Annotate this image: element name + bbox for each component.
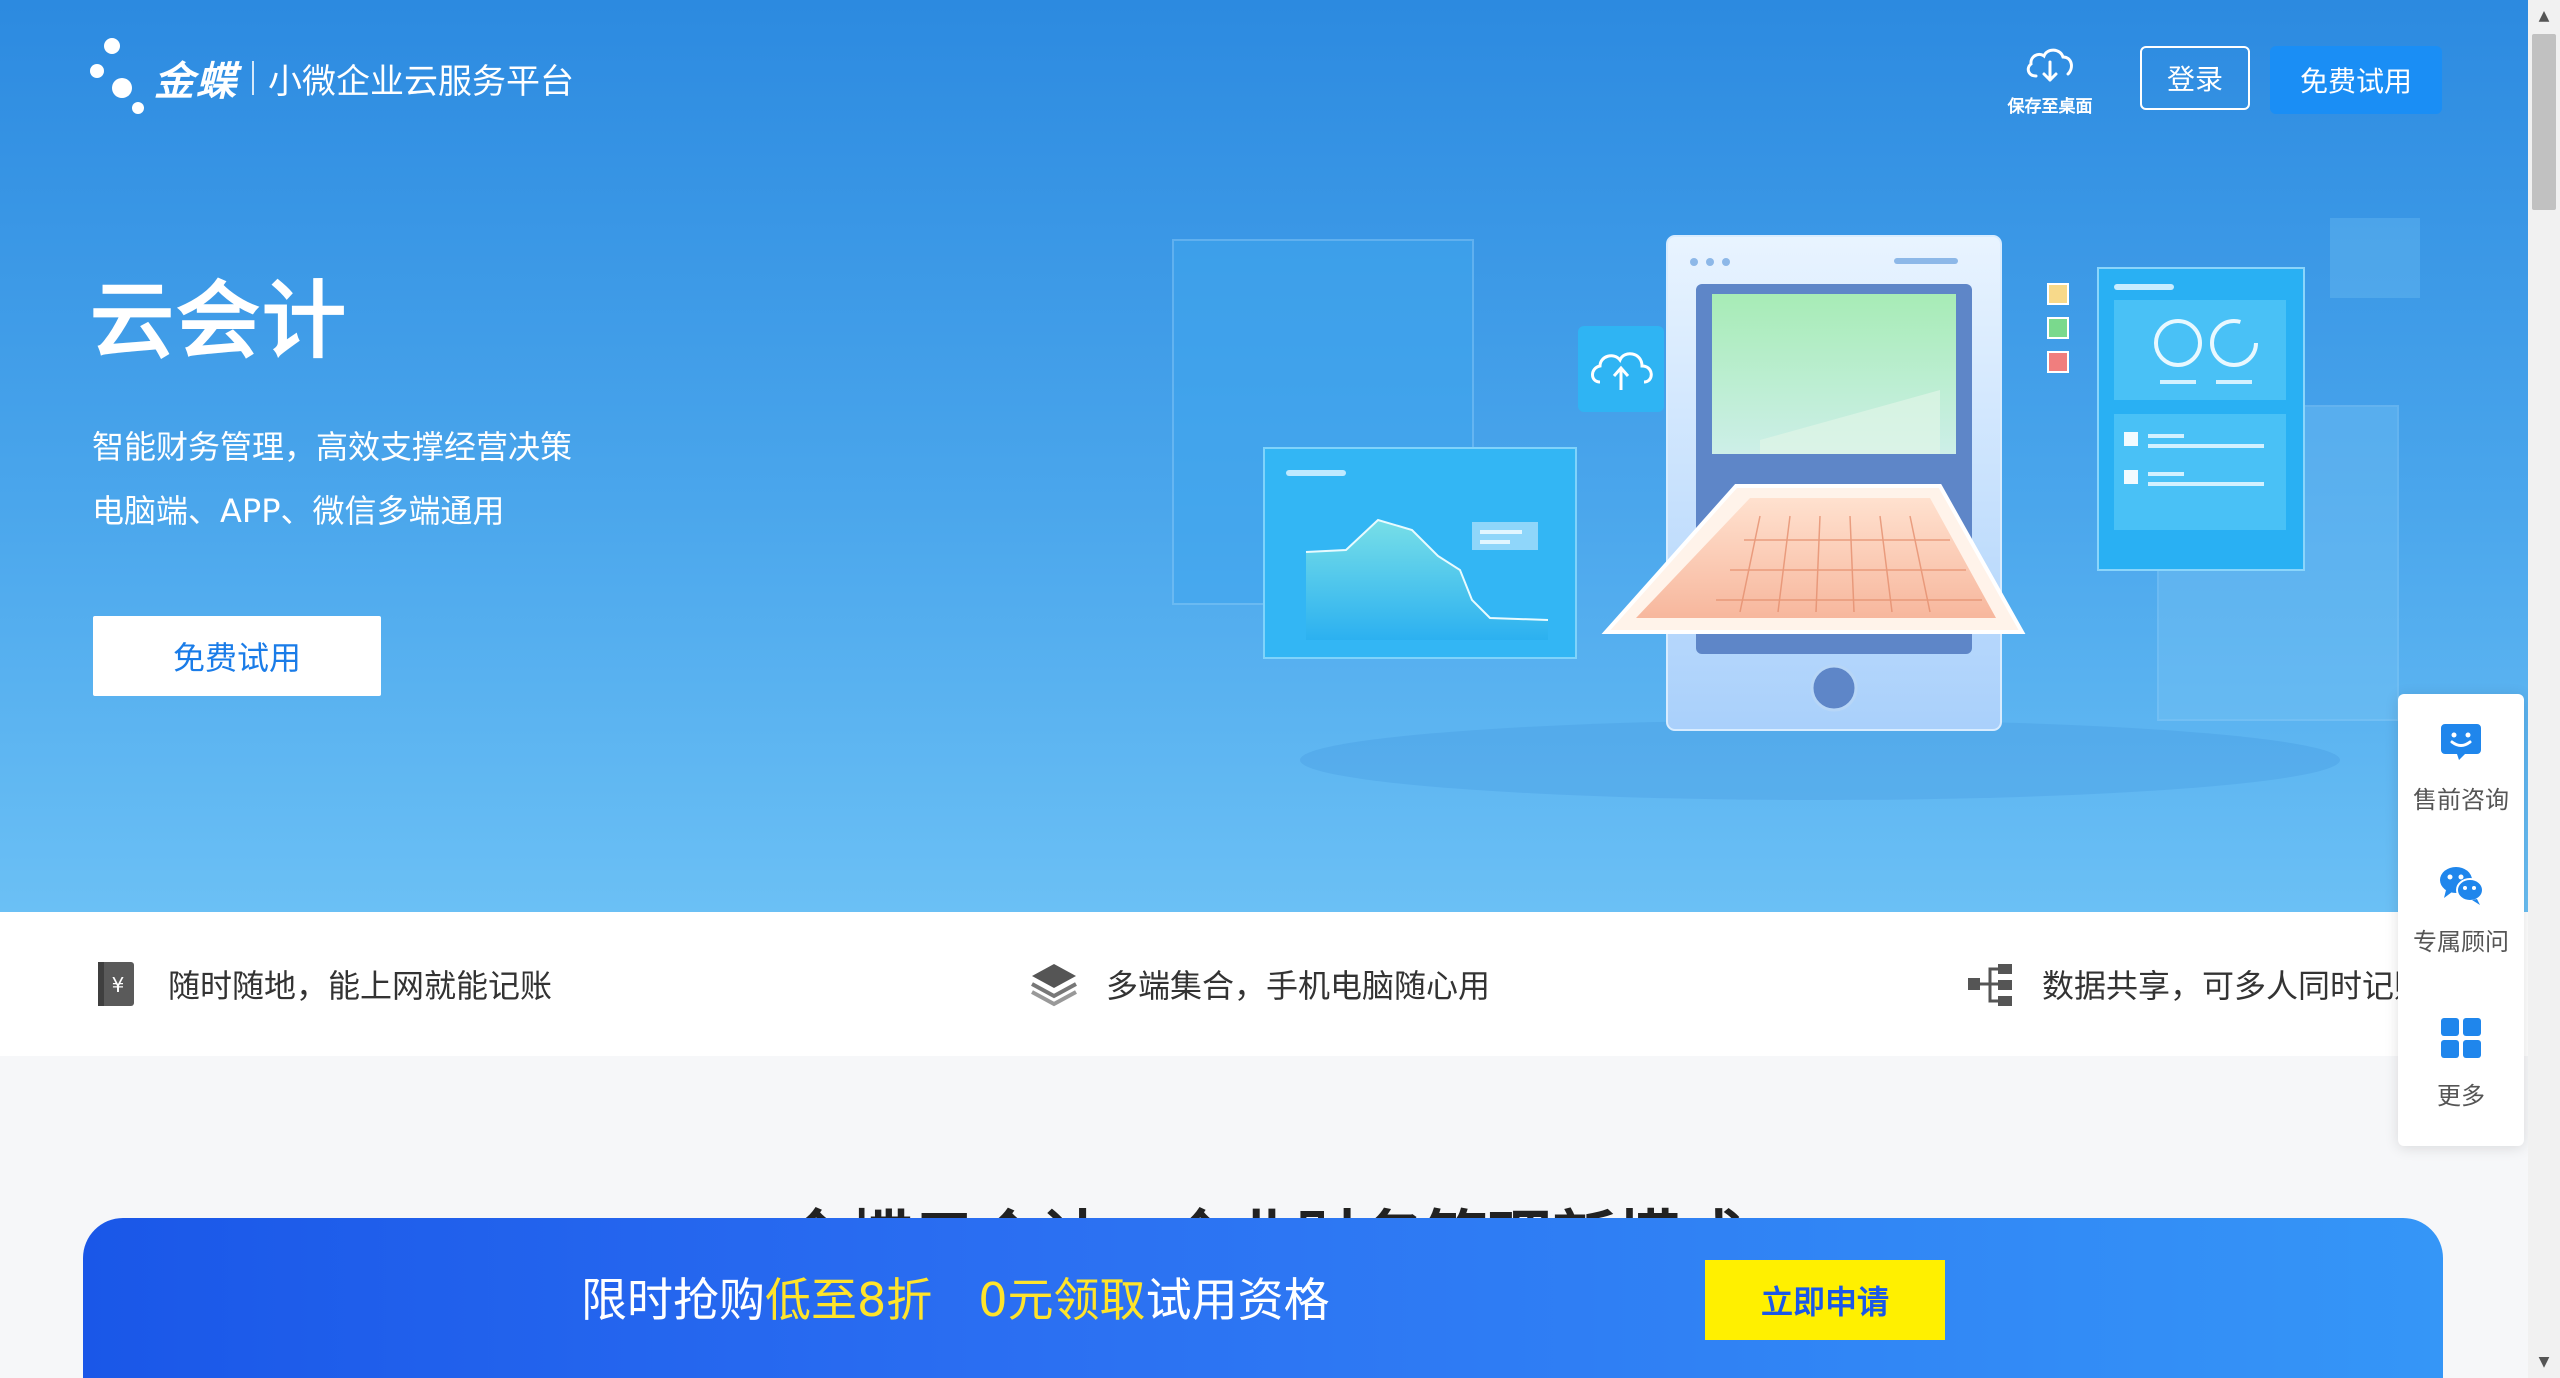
logo[interactable]: 金蝶 小微企业云服务平台 [88, 36, 574, 120]
wechat-icon [2440, 867, 2484, 905]
hero-banner: 金蝶 小微企业云服务平台 保存至桌面 登录 免费试用 云会计 智能财务管理，高效… [0, 0, 2528, 912]
hero-subtitle-2: 电脑端、APP、微信多端通用 [92, 492, 505, 530]
promo-text-1: 限时抢购 [581, 1273, 765, 1327]
presales-consult-label: 售前咨询 [2413, 786, 2509, 814]
yen-icon: ¥ [92, 960, 140, 1008]
scrollbar-thumb[interactable] [2532, 34, 2556, 210]
more-label: 更多 [2437, 1082, 2485, 1110]
feature-item: 数据共享，可多人同时记账 [1966, 912, 2426, 1056]
feature-bar: ¥ 随时随地，能上网就能记账 多端集合，手机电脑随心用 数据共享，可多人同时记账 [0, 912, 2528, 1056]
grid-icon [2441, 1018, 2481, 1058]
scroll-down-arrow-icon[interactable]: ▼ [2528, 1346, 2560, 1378]
logo-divider [252, 61, 254, 95]
page: 金蝶 小微企业云服务平台 保存至桌面 登录 免费试用 云会计 智能财务管理，高效… [0, 0, 2528, 1378]
hero-free-trial-button[interactable]: 免费试用 [93, 616, 381, 696]
presales-consult-button[interactable]: 售前咨询 [2398, 718, 2524, 815]
logo-icon [88, 36, 148, 120]
svg-text:¥: ¥ [112, 973, 125, 997]
share-icon [1966, 960, 2014, 1008]
header-free-trial-button[interactable]: 免费试用 [2270, 46, 2442, 114]
promo-discount: 低至8折 [765, 1273, 933, 1327]
floating-sidebar: 售前咨询 专属顾问 更多 [2398, 694, 2524, 1146]
chat-icon [2441, 724, 2481, 760]
hero-title: 云会计 [90, 272, 349, 370]
promo-banner: 限时抢购低至8折 0元领取试用资格 立即申请 [83, 1218, 2443, 1378]
layers-icon [1030, 960, 1078, 1008]
save-to-desktop-label: 保存至桌面 [2007, 97, 2093, 117]
scrollbar[interactable]: ▲ ▼ [2528, 0, 2560, 1378]
login-button[interactable]: 登录 [2140, 46, 2250, 110]
feature-text: 数据共享，可多人同时记账 [2042, 967, 2427, 1005]
save-to-desktop-button[interactable]: 保存至桌面 [2002, 42, 2098, 117]
feature-text: 多端集合，手机电脑随心用 [1106, 967, 1491, 1005]
hero-subtitle-1: 智能财务管理，高效支撑经营决策 [92, 428, 573, 466]
feature-item: ¥ 随时随地，能上网就能记账 [92, 912, 552, 1056]
feature-text: 随时随地，能上网就能记账 [168, 967, 553, 1005]
cloud-download-icon [2026, 48, 2073, 82]
brand-name: 金蝶 [154, 59, 238, 105]
brand-tagline: 小微企业云服务平台 [268, 61, 574, 102]
dedicated-advisor-button[interactable]: 专属顾问 [2398, 860, 2524, 957]
more-button[interactable]: 更多 [2398, 1014, 2524, 1111]
promo-free: 0元领取 [978, 1273, 1146, 1327]
hero-illustration [1172, 218, 2420, 800]
dedicated-advisor-label: 专属顾问 [2413, 928, 2509, 956]
scroll-up-arrow-icon[interactable]: ▲ [2528, 0, 2560, 32]
feature-item: 多端集合，手机电脑随心用 [1030, 912, 1490, 1056]
promo-text-2: 试用资格 [1145, 1273, 1330, 1327]
promo-text: 限时抢购低至8折 0元领取试用资格 [581, 1264, 1330, 1330]
apply-now-button[interactable]: 立即申请 [1705, 1260, 1945, 1340]
